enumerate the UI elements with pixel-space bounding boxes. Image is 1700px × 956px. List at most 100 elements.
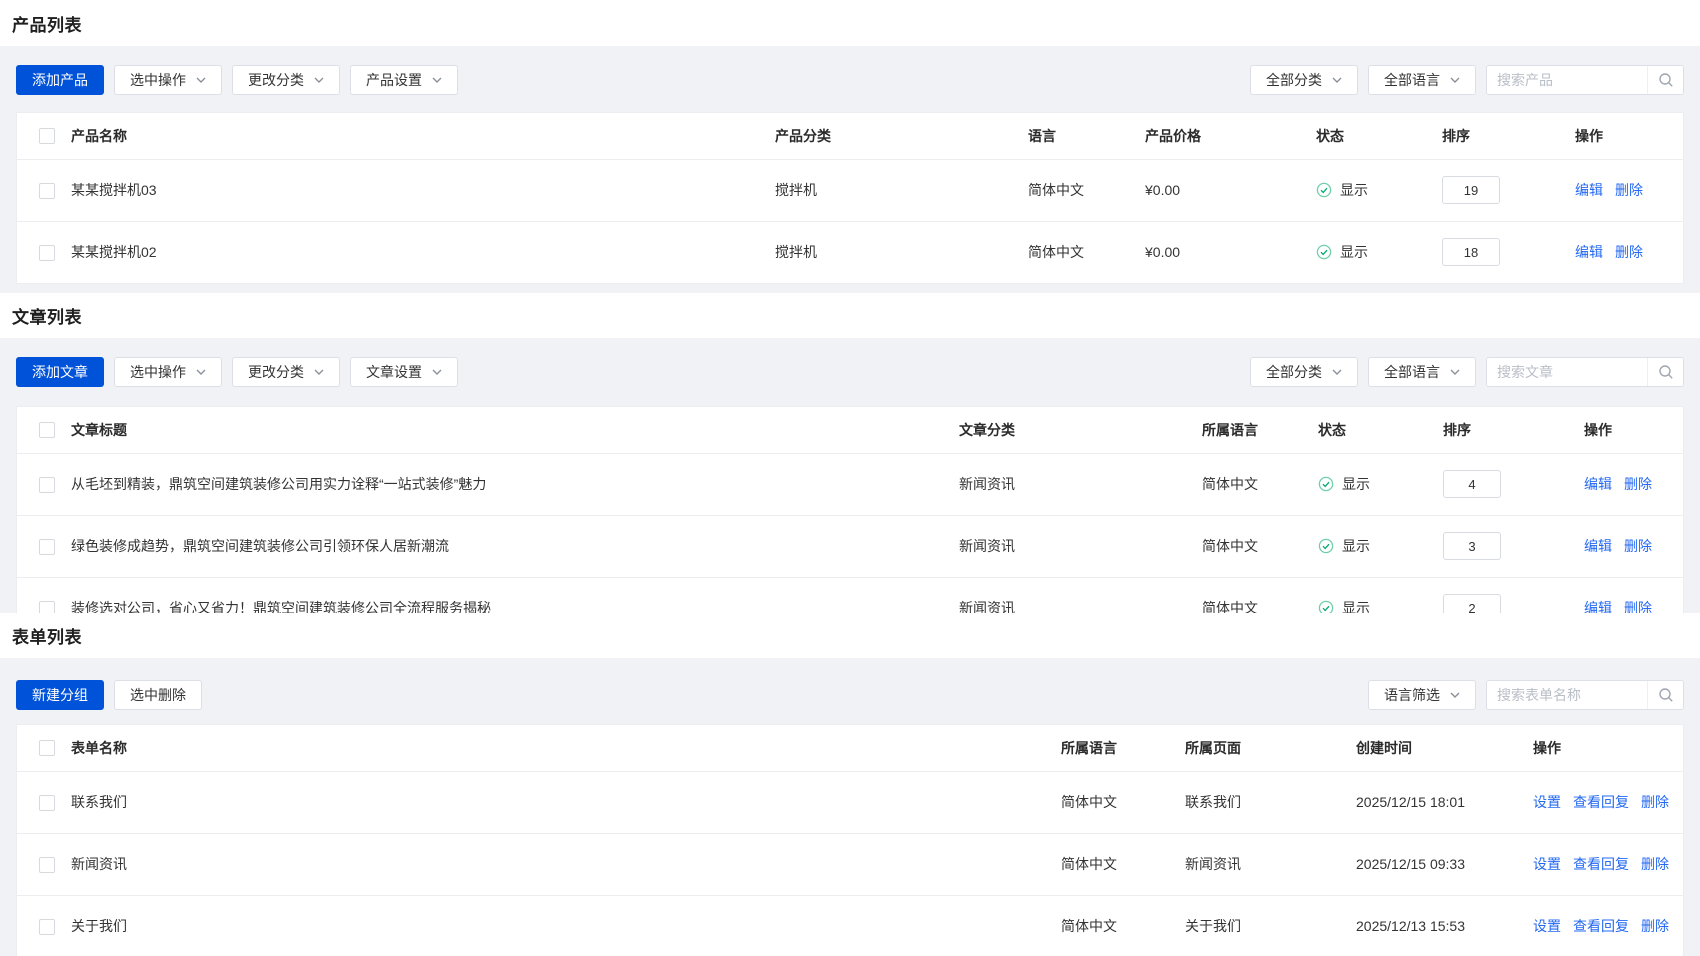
delete-link[interactable]: 删除: [1624, 538, 1652, 554]
status-badge: 显示: [1318, 474, 1370, 494]
table-row: 联系我们 简体中文 联系我们 2025/12/15 18:01 设置查看回复删除: [17, 771, 1683, 833]
sort-input[interactable]: [1443, 532, 1501, 560]
product-search-input[interactable]: [1487, 66, 1647, 94]
edit-link[interactable]: 编辑: [1575, 244, 1603, 260]
row-checkbox[interactable]: [39, 795, 55, 811]
chevron-down-icon: [1450, 77, 1460, 83]
view-replies-link[interactable]: 查看回复: [1573, 918, 1629, 934]
col-form-language: 所属语言: [1061, 725, 1185, 771]
row-checkbox[interactable]: [39, 245, 55, 261]
new-group-button[interactable]: 新建分组: [16, 680, 104, 710]
product-change-category-dropdown[interactable]: 更改分类: [232, 65, 340, 95]
product-price: ¥0.00: [1145, 221, 1316, 283]
articles-table-card: 文章标题 文章分类 所属语言 状态 排序 操作 从毛坯到精装，鼎筑空间建筑装修公…: [16, 406, 1684, 613]
product-price: ¥0.00: [1145, 159, 1316, 221]
form-created: 2025/12/15 09:33: [1356, 833, 1533, 895]
row-checkbox[interactable]: [39, 601, 55, 613]
select-all-checkbox[interactable]: [39, 128, 55, 144]
form-created: 2025/12/13 15:53: [1356, 895, 1533, 956]
delete-link[interactable]: 删除: [1641, 856, 1669, 872]
article-filter-category-dropdown[interactable]: 全部分类: [1250, 357, 1358, 387]
article-change-category-dropdown[interactable]: 更改分类: [232, 357, 340, 387]
forms-table-card: 表单名称 所属语言 所属页面 创建时间 操作 联系我们 简体中文 联系我们 20…: [16, 724, 1684, 956]
form-filter-language-dropdown[interactable]: 语言筛选: [1368, 680, 1476, 710]
forms-header-row: 表单名称 所属语言 所属页面 创建时间 操作: [17, 725, 1683, 771]
col-product-language: 语言: [1028, 113, 1145, 159]
article-category: 新闻资讯: [959, 515, 1202, 577]
delete-link[interactable]: 删除: [1641, 794, 1669, 810]
article-bulk-actions-dropdown[interactable]: 选中操作: [114, 357, 222, 387]
chevron-down-icon: [314, 369, 324, 375]
status-badge: 显示: [1318, 598, 1370, 613]
delete-link[interactable]: 删除: [1615, 182, 1643, 198]
check-circle-icon: [1318, 476, 1334, 492]
product-filter-language-dropdown[interactable]: 全部语言: [1368, 65, 1476, 95]
add-product-button[interactable]: 添加产品: [16, 65, 104, 95]
chevron-down-icon: [432, 77, 442, 83]
row-checkbox[interactable]: [39, 857, 55, 873]
row-checkbox[interactable]: [39, 919, 55, 935]
product-language: 简体中文: [1028, 159, 1145, 221]
search-icon[interactable]: [1647, 681, 1683, 709]
table-row: 从毛坯到精装，鼎筑空间建筑装修公司用实力诠释“一站式装修”魅力 新闻资讯 简体中…: [17, 453, 1683, 515]
col-article-actions: 操作: [1584, 407, 1683, 453]
settings-link[interactable]: 设置: [1533, 856, 1561, 872]
delete-link[interactable]: 删除: [1624, 476, 1652, 492]
delete-link[interactable]: 删除: [1641, 918, 1669, 934]
col-article-title: 文章标题: [71, 407, 959, 453]
article-filter-language-dropdown[interactable]: 全部语言: [1368, 357, 1476, 387]
article-change-category-label: 更改分类: [248, 362, 304, 382]
search-icon[interactable]: [1647, 358, 1683, 386]
edit-link[interactable]: 编辑: [1584, 600, 1612, 613]
products-table: 产品名称 产品分类 语言 产品价格 状态 排序 操作 某某搅拌机03 搅拌机: [17, 113, 1683, 283]
article-language: 简体中文: [1202, 577, 1318, 613]
article-filter-category-label: 全部分类: [1266, 362, 1322, 382]
select-all-checkbox[interactable]: [39, 740, 55, 756]
check-circle-icon: [1318, 600, 1334, 613]
chevron-down-icon: [432, 369, 442, 375]
view-replies-link[interactable]: 查看回复: [1573, 856, 1629, 872]
form-language: 简体中文: [1061, 771, 1185, 833]
col-product-status: 状态: [1316, 113, 1442, 159]
sort-input[interactable]: [1443, 594, 1501, 613]
edit-link[interactable]: 编辑: [1584, 476, 1612, 492]
edit-link[interactable]: 编辑: [1575, 182, 1603, 198]
sort-input[interactable]: [1442, 176, 1500, 204]
articles-body: 添加文章 选中操作 更改分类 文章设置 全部分类 全部语言: [0, 338, 1700, 613]
settings-link[interactable]: 设置: [1533, 918, 1561, 934]
product-language: 简体中文: [1028, 221, 1145, 283]
col-product-category: 产品分类: [775, 113, 1028, 159]
search-icon[interactable]: [1647, 66, 1683, 94]
forms-body: 新建分组 选中删除 语言筛选 表单名称 所属语言: [0, 658, 1700, 956]
row-checkbox[interactable]: [39, 477, 55, 493]
article-language: 简体中文: [1202, 453, 1318, 515]
chevron-down-icon: [1332, 369, 1342, 375]
row-checkbox[interactable]: [39, 183, 55, 199]
view-replies-link[interactable]: 查看回复: [1573, 794, 1629, 810]
form-search-input[interactable]: [1487, 681, 1647, 709]
product-bulk-actions-dropdown[interactable]: 选中操作: [114, 65, 222, 95]
col-article-status: 状态: [1318, 407, 1443, 453]
article-filter-language-label: 全部语言: [1384, 362, 1440, 382]
form-name: 联系我们: [71, 771, 1061, 833]
delete-link[interactable]: 删除: [1615, 244, 1643, 260]
sort-input[interactable]: [1443, 470, 1501, 498]
product-settings-dropdown[interactable]: 产品设置: [350, 65, 458, 95]
status-text: 显示: [1342, 536, 1370, 556]
product-filter-category-dropdown[interactable]: 全部分类: [1250, 65, 1358, 95]
delete-link[interactable]: 删除: [1624, 600, 1652, 613]
select-all-checkbox[interactable]: [39, 422, 55, 438]
row-checkbox[interactable]: [39, 539, 55, 555]
product-name: 某某搅拌机03: [71, 159, 775, 221]
settings-link[interactable]: 设置: [1533, 794, 1561, 810]
article-search: [1486, 357, 1684, 387]
add-article-button[interactable]: 添加文章: [16, 357, 104, 387]
article-category: 新闻资讯: [959, 577, 1202, 613]
sort-input[interactable]: [1442, 238, 1500, 266]
edit-link[interactable]: 编辑: [1584, 538, 1612, 554]
delete-selected-button[interactable]: 选中删除: [114, 680, 202, 710]
article-search-input[interactable]: [1487, 358, 1647, 386]
form-name: 新闻资讯: [71, 833, 1061, 895]
article-settings-dropdown[interactable]: 文章设置: [350, 357, 458, 387]
col-product-name: 产品名称: [71, 113, 775, 159]
